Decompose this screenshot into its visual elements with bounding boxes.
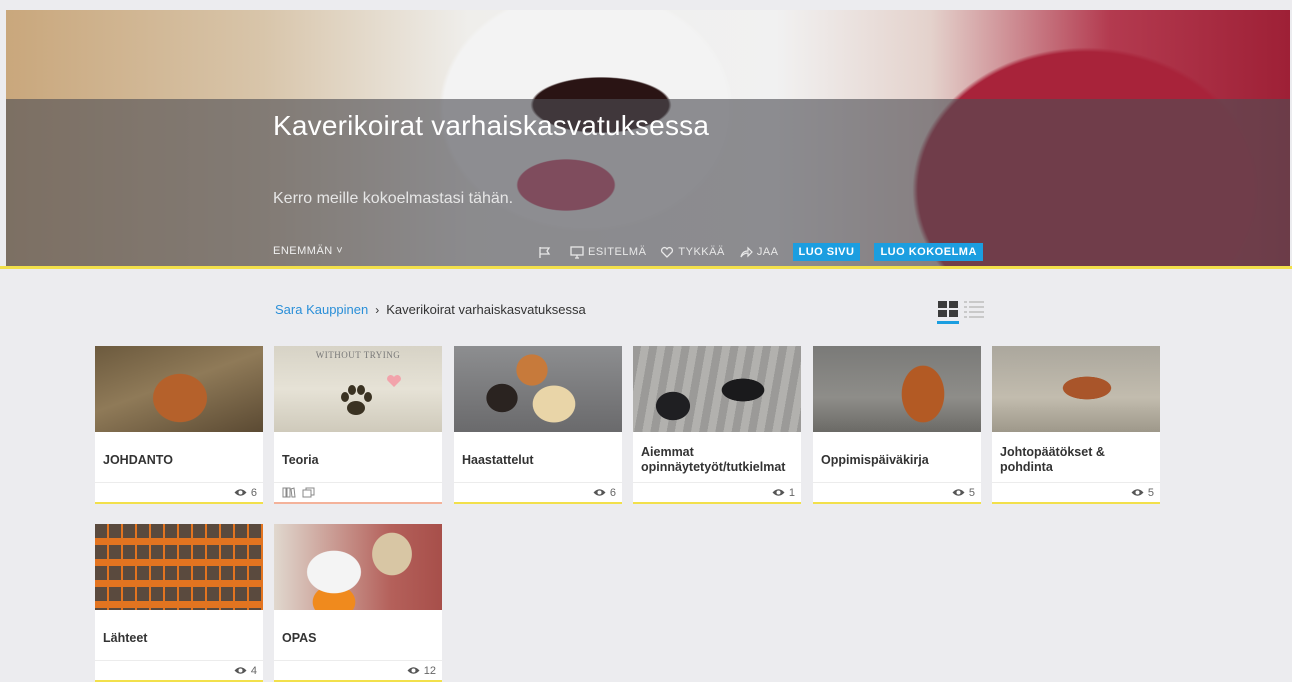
- monitor-icon: [570, 245, 584, 259]
- page-card-aiemmat[interactable]: Aiemmat opinnäytetyöt/tutkielmat 1: [633, 346, 801, 504]
- flag-icon: [539, 246, 551, 258]
- view-count: 12: [423, 664, 436, 677]
- list-icon: [964, 301, 984, 318]
- card-title: Oppimispäiväkirja: [821, 452, 929, 467]
- eye-icon: [234, 667, 247, 674]
- dog-portrait-thumbnail: [813, 346, 981, 432]
- breadcrumb: Sara Kauppinen › Kaverikoirat varhaiskas…: [275, 302, 586, 317]
- view-count: 4: [250, 664, 257, 677]
- breadcrumb-current: Kaverikoirat varhaiskasvatuksessa: [386, 302, 586, 317]
- heart-icon: [661, 246, 674, 258]
- card-title: JOHDANTO: [103, 452, 173, 467]
- card-meta: 5: [992, 482, 1160, 502]
- view-count: 5: [968, 486, 975, 499]
- dogs-walking-thumbnail: [633, 346, 801, 432]
- card-title: Johtopäätökset & pohdinta: [1000, 445, 1105, 474]
- grid-view-button[interactable]: [936, 298, 960, 324]
- book-icon: [282, 487, 296, 498]
- eye-icon: [593, 489, 606, 496]
- eye-icon: [772, 489, 785, 496]
- flag-button[interactable]: [538, 246, 556, 259]
- grid-icon: [938, 301, 958, 317]
- card-title: Aiemmat opinnäytetyöt/tutkielmat: [641, 445, 786, 474]
- dog-collage-thumbnail: [95, 524, 263, 610]
- presentation-label: ESITELMÄ: [588, 246, 647, 258]
- create-page-button[interactable]: LUO SIVU: [792, 243, 861, 261]
- page-card-johdanto[interactable]: JOHDANTO 6: [95, 346, 263, 504]
- view-toggle: [936, 298, 988, 324]
- card-meta: 4: [95, 660, 263, 680]
- view-count: 1: [788, 486, 795, 499]
- share-icon: [740, 246, 753, 257]
- card-title: Teoria: [282, 452, 319, 467]
- collection-toolbar: ESITELMÄ TYKKÄÄ JAA LUO SIVU LUO KOKOELM…: [538, 243, 997, 261]
- collection-description[interactable]: Kerro meille kokoelmastasi tähän.: [273, 190, 513, 208]
- breadcrumb-owner-link[interactable]: Sara Kauppinen: [275, 302, 368, 317]
- dog-photo-thumbnail: [95, 346, 263, 432]
- page-card-oppimispaivakirja[interactable]: Oppimispäiväkirja 5: [813, 346, 981, 504]
- create-collection-button[interactable]: LUO KOKOELMA: [874, 243, 983, 261]
- view-count: 6: [609, 486, 616, 499]
- more-label: ENEMMÄN: [273, 245, 333, 257]
- card-meta: 12: [274, 660, 442, 680]
- eye-icon: [407, 667, 420, 674]
- view-count: 6: [250, 486, 257, 499]
- card-meta: 6: [95, 482, 263, 502]
- collection-title: Kaverikoirat varhaiskasvatuksessa: [273, 110, 710, 141]
- paw-print-thumbnail: WITHOUT TRYING: [274, 346, 442, 432]
- heart-icon: [387, 375, 401, 387]
- share-button[interactable]: JAA: [739, 246, 779, 259]
- like-button[interactable]: TYKKÄÄ: [660, 246, 724, 259]
- card-meta: 1: [633, 482, 801, 502]
- presentation-button[interactable]: ESITELMÄ: [570, 245, 647, 259]
- eye-icon: [1131, 489, 1144, 496]
- page-card-teoria[interactable]: WITHOUT TRYING Teoria: [274, 346, 442, 504]
- card-meta: [274, 482, 442, 502]
- dogs-group-thumbnail: [454, 346, 622, 432]
- card-meta: 5: [813, 482, 981, 502]
- eye-icon: [234, 489, 247, 496]
- chevron-down-icon: ˅: [336, 245, 344, 257]
- card-meta: 6: [454, 482, 622, 502]
- page-card-lahteet[interactable]: Lähteet 4: [95, 524, 263, 682]
- eye-icon: [952, 489, 965, 496]
- card-title: Lähteet: [103, 630, 148, 645]
- page-card-opas[interactable]: OPAS 12: [274, 524, 442, 682]
- page-card-haastattelut[interactable]: Haastattelut 6: [454, 346, 622, 504]
- hero-accent-line: [0, 266, 1292, 269]
- card-title: OPAS: [282, 630, 317, 645]
- share-label: JAA: [756, 246, 779, 258]
- page-card-johtopaatokset[interactable]: Johtopäätökset & pohdinta 5: [992, 346, 1160, 504]
- paw-icon: [341, 385, 372, 415]
- view-count: 5: [1147, 486, 1154, 499]
- copy-icon: [302, 487, 315, 498]
- dog-running-thumbnail: [992, 346, 1160, 432]
- chevron-right-icon: ›: [375, 302, 380, 317]
- more-button[interactable]: ENEMMÄN ˅: [273, 245, 343, 257]
- like-label: TYKKÄÄ: [678, 246, 725, 258]
- card-title: Haastattelut: [462, 452, 534, 467]
- list-view-button[interactable]: [962, 298, 986, 324]
- thumbnail-caption: WITHOUT TRYING: [315, 350, 401, 360]
- dog-with-child-thumbnail: [274, 524, 442, 610]
